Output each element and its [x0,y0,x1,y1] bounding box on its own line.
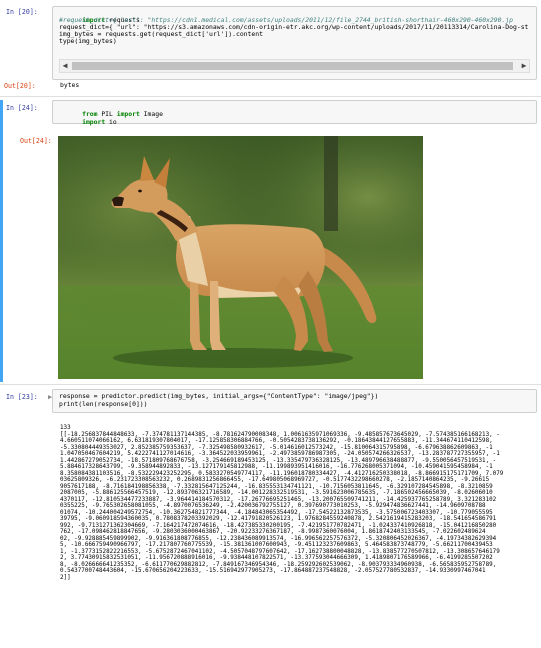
output-text: bytes [60,81,80,89]
code-input[interactable]: from PIL import Image import io [52,100,537,126]
horizontal-scrollbar[interactable]: ◀ ▶ [59,59,530,73]
code-line: response = predictor.predict(img_bytes, … [59,392,379,400]
code-input[interactable]: response = predictor.predict(img_bytes, … [52,389,537,413]
input-prompt: In [20]: [6,8,38,16]
cell-separator [0,96,541,97]
output-line: 2]] [60,574,71,581]
code-line: print(len(response[0])) [59,400,148,408]
scroll-left-arrow-icon[interactable]: ◀ [60,60,70,72]
output-prompt: Out[20]: [4,82,36,90]
cell-separator [0,384,541,385]
code-line: import io [82,118,117,126]
scroll-right-arrow-icon[interactable]: ▶ [519,60,529,72]
input-prompt: In [23]: [6,393,38,401]
output-line: 0.5437700748443604, -15.670656204223633,… [60,568,486,574]
scrollbar-thumb[interactable] [72,62,513,70]
output-prompt: Out[24]: [20,137,52,145]
input-prompt: In [24]: [6,104,38,112]
dog-photo [58,136,423,379]
cell-selection-bar [0,100,3,382]
code-line: type(img_bytes) [59,37,117,45]
output-image-dog [58,136,423,379]
code-input[interactable]: import requests #request_dict={ "url": "… [52,6,537,80]
